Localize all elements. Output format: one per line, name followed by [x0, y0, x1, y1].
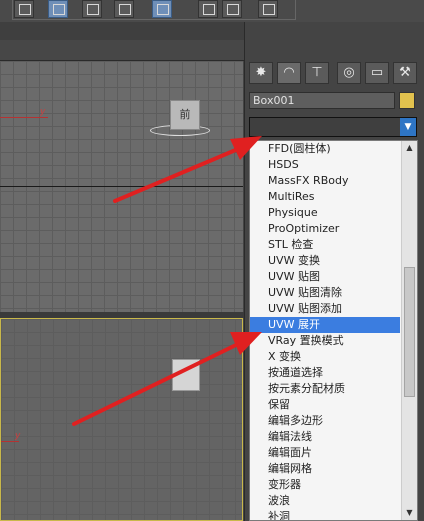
modifier-item[interactable]: 按元素分配材质 — [250, 381, 400, 397]
hierarchy-icon[interactable]: ⊤ — [305, 62, 329, 84]
x-axis-line — [1, 441, 19, 442]
modify-icon[interactable]: ◠ — [277, 62, 301, 84]
object-name-field[interactable]: Box001 — [249, 92, 395, 109]
world-axis-line — [0, 186, 243, 187]
modifier-item[interactable]: X 变换 — [250, 349, 400, 365]
modifier-item[interactable]: 编辑面片 — [250, 445, 400, 461]
modifier-item[interactable]: UVW 展开 — [250, 317, 400, 333]
modifier-items: FFD(圆柱体) HSDS MassFX RBody MultiRes Physique… — [250, 141, 400, 520]
scroll-down-icon[interactable]: ▼ — [402, 506, 417, 520]
modifier-item[interactable]: UVW 贴图添加 — [250, 301, 400, 317]
display-icon[interactable]: ▭ — [365, 62, 389, 84]
modifier-item[interactable]: 按通道选择 — [250, 365, 400, 381]
mirror-icon[interactable] — [198, 0, 218, 18]
chevron-down-icon[interactable]: ▼ — [400, 118, 416, 136]
select-region-icon[interactable] — [48, 0, 68, 18]
box001-object[interactable] — [172, 359, 200, 391]
layer-manager-icon[interactable] — [258, 0, 278, 18]
utilities-icon[interactable]: ⚒ — [393, 62, 417, 84]
modifier-item[interactable]: UVW 变换 — [250, 253, 400, 269]
modifier-item[interactable]: MassFX RBody — [250, 173, 400, 189]
modifier-item[interactable]: 波浪 — [250, 493, 400, 509]
modifier-item[interactable]: 编辑多边形 — [250, 413, 400, 429]
viewcube[interactable]: 前 — [170, 100, 200, 130]
axis-y-label: y — [15, 431, 21, 441]
create-icon[interactable]: ✸ — [249, 62, 273, 84]
modifier-item[interactable]: UVW 贴图 — [250, 269, 400, 285]
modifier-item[interactable]: 保留 — [250, 397, 400, 413]
modifier-list-select[interactable]: ▼ — [249, 117, 417, 137]
viewport-label-bar — [0, 40, 244, 60]
scroll-up-icon[interactable]: ▲ — [402, 141, 417, 155]
modifier-item[interactable]: ProOptimizer — [250, 221, 400, 237]
main-toolbar — [0, 0, 424, 23]
modifier-item[interactable]: Physique — [250, 205, 400, 221]
modifier-item[interactable]: STL 检查 — [250, 237, 400, 253]
align-icon[interactable] — [222, 0, 242, 18]
selection-filter-icon[interactable] — [152, 0, 172, 18]
x-axis-line — [0, 117, 48, 118]
modifier-item[interactable]: 编辑网格 — [250, 461, 400, 477]
modifier-dropdown-list[interactable]: FFD(圆柱体) HSDS MassFX RBody MultiRes Physique… — [249, 140, 418, 521]
viewport-top[interactable]: y 前 — [0, 60, 243, 313]
modifier-item[interactable]: HSDS — [250, 157, 400, 173]
window-crossing-icon[interactable] — [114, 0, 134, 18]
modifier-item[interactable]: 编辑法线 — [250, 429, 400, 445]
viewport-perspective[interactable]: y — [0, 318, 243, 521]
axis-y-label: y — [40, 107, 46, 117]
dropdown-scrollbar[interactable]: ▲ ▼ — [401, 141, 417, 520]
object-color-swatch[interactable] — [399, 92, 415, 109]
select-by-name-icon[interactable] — [82, 0, 102, 18]
motion-icon[interactable]: ◎ — [337, 62, 361, 84]
modifier-item[interactable]: FFD(圆柱体) — [250, 141, 400, 157]
scrollbar-thumb[interactable] — [404, 267, 415, 397]
modifier-item[interactable]: MultiRes — [250, 189, 400, 205]
modifier-item[interactable]: VRay 置换模式 — [250, 333, 400, 349]
modifier-item[interactable]: UVW 贴图清除 — [250, 285, 400, 301]
select-icon[interactable] — [14, 0, 34, 18]
modifier-item[interactable]: 补洞 — [250, 509, 400, 520]
modifier-item[interactable]: 变形器 — [250, 477, 400, 493]
